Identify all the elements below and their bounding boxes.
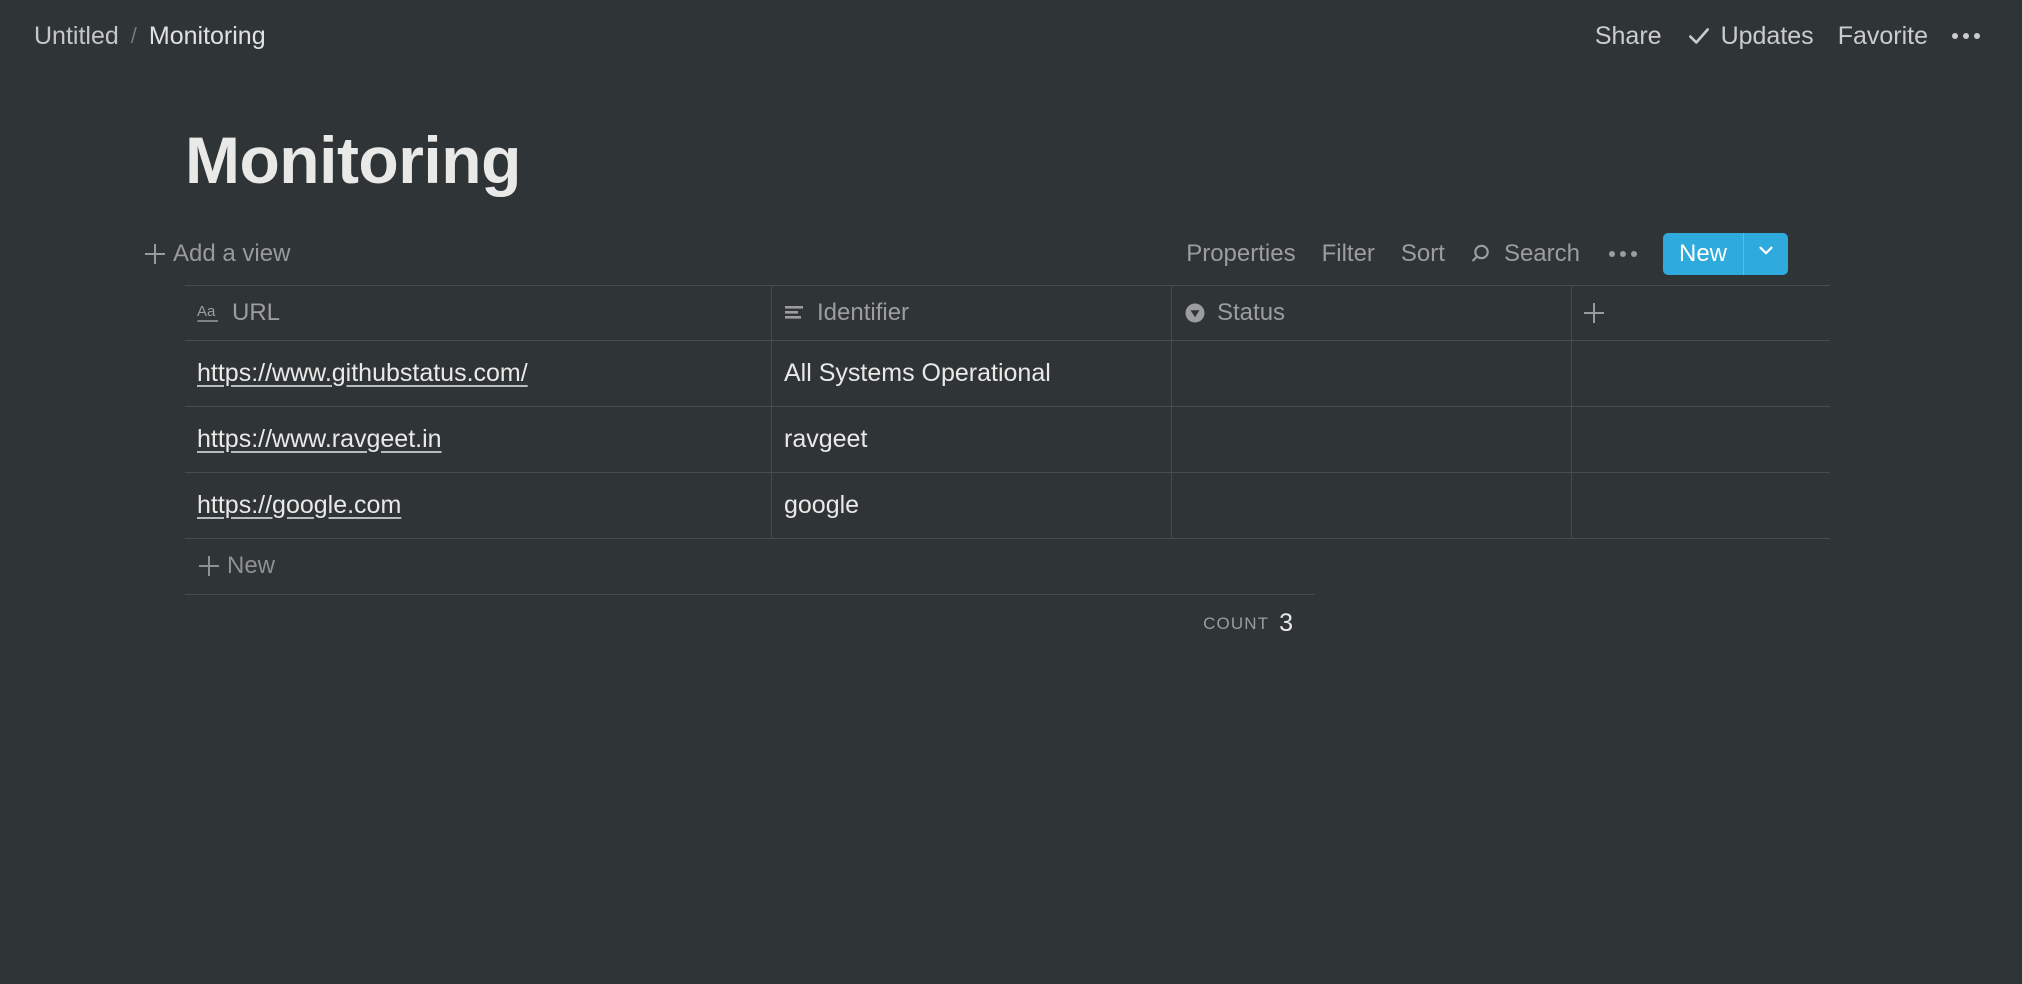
- new-dropdown-button[interactable]: [1743, 232, 1788, 275]
- properties-button[interactable]: Properties: [1173, 235, 1308, 273]
- column-header-identifier-label: Identifier: [817, 298, 910, 326]
- view-more-icon[interactable]: [1597, 241, 1649, 267]
- column-header-status[interactable]: Status: [1172, 285, 1572, 340]
- filter-button[interactable]: Filter: [1309, 235, 1388, 273]
- view-toolbar-actions: Properties Filter Sort Search New: [1173, 232, 1788, 275]
- select-icon: [1184, 302, 1206, 324]
- chevron-down-icon: [1755, 239, 1777, 268]
- dot: [1619, 250, 1626, 257]
- identifier-value: All Systems Operational: [784, 358, 1051, 387]
- search-icon: [1471, 242, 1495, 266]
- breadcrumb-parent[interactable]: Untitled: [30, 20, 123, 53]
- cell-status[interactable]: [1172, 406, 1572, 472]
- dot: [1952, 33, 1958, 39]
- table-row[interactable]: https://www.ravgeet.in ravgeet: [185, 406, 1830, 473]
- cell-empty: [1572, 473, 1830, 538]
- cell-status[interactable]: [1172, 472, 1572, 538]
- url-link[interactable]: https://www.ravgeet.in: [197, 425, 442, 454]
- column-header-url-label: URL: [232, 298, 281, 326]
- page-content: Monitoring Add a view Properties Filter …: [0, 72, 2022, 653]
- count-value: 3: [1279, 609, 1293, 638]
- url-link[interactable]: https://www.githubstatus.com/: [197, 359, 528, 388]
- table-header-row: Aa URL Identifier Status: [185, 285, 1830, 341]
- check-icon: [1686, 23, 1712, 49]
- cell-identifier[interactable]: All Systems Operational: [772, 340, 1172, 406]
- column-header-identifier[interactable]: Identifier: [772, 285, 1172, 340]
- identifier-value: google: [784, 490, 860, 519]
- sort-button[interactable]: Sort: [1388, 235, 1458, 273]
- ellipsis-icon[interactable]: [1940, 23, 1992, 49]
- favorite-label: Favorite: [1837, 21, 1928, 50]
- favorite-button[interactable]: Favorite: [1826, 18, 1940, 55]
- column-header-status-label: Status: [1217, 298, 1286, 326]
- column-header-url[interactable]: Aa URL: [185, 285, 772, 340]
- top-bar: Untitled / Monitoring Share Updates Favo…: [0, 0, 2022, 72]
- cell-url[interactable]: https://google.com: [185, 472, 772, 538]
- page-title: Monitoring: [185, 123, 521, 197]
- new-row-button[interactable]: New: [185, 539, 1315, 595]
- share-button[interactable]: Share: [1583, 18, 1674, 55]
- filter-label: Filter: [1321, 239, 1375, 267]
- cell-empty: [1572, 407, 1830, 472]
- share-label: Share: [1594, 21, 1662, 50]
- plus-icon: [199, 556, 219, 577]
- cell-url[interactable]: https://www.githubstatus.com/: [185, 340, 772, 406]
- plus-icon: [1584, 302, 1604, 323]
- new-button[interactable]: New: [1662, 232, 1743, 275]
- table-row[interactable]: https://google.com google: [185, 472, 1830, 539]
- cell-status[interactable]: [1172, 340, 1572, 406]
- title-text-icon: Aa: [197, 302, 221, 324]
- database-table: Aa URL Identifier Status https://www.git…: [185, 284, 1830, 653]
- svg-text:Aa: Aa: [197, 303, 216, 320]
- dot: [1630, 250, 1637, 257]
- plus-icon: [145, 243, 165, 264]
- new-button-group: New: [1662, 232, 1788, 275]
- cell-empty: [1572, 341, 1830, 406]
- url-link[interactable]: https://google.com: [197, 491, 401, 520]
- cell-identifier[interactable]: ravgeet: [772, 406, 1172, 472]
- new-row-label: New: [227, 552, 276, 580]
- dot: [1974, 33, 1980, 39]
- breadcrumb-current[interactable]: Monitoring: [145, 20, 270, 53]
- breadcrumb-separator: /: [130, 23, 137, 48]
- view-toolbar: Add a view Properties Filter Sort Search: [143, 231, 1788, 277]
- search-label: Search: [1503, 239, 1580, 267]
- count-label: COUNT: [1203, 613, 1270, 633]
- table-footer[interactable]: COUNT 3: [185, 595, 1315, 653]
- dot: [1608, 250, 1615, 257]
- identifier-value: ravgeet: [784, 424, 868, 453]
- cell-url[interactable]: https://www.ravgeet.in: [185, 406, 772, 472]
- sort-label: Sort: [1400, 239, 1445, 267]
- properties-label: Properties: [1186, 239, 1296, 267]
- table-row[interactable]: https://www.githubstatus.com/ All System…: [185, 340, 1830, 407]
- updates-button[interactable]: Updates: [1674, 18, 1826, 55]
- add-view-label: Add a view: [173, 239, 291, 267]
- top-bar-actions: Share Updates Favorite: [1583, 18, 1992, 55]
- updates-label: Updates: [1720, 21, 1814, 50]
- add-view-button[interactable]: Add a view: [143, 236, 298, 272]
- cell-identifier[interactable]: google: [772, 472, 1172, 538]
- dot: [1963, 33, 1969, 39]
- breadcrumb: Untitled / Monitoring: [30, 20, 270, 53]
- text-lines-icon: [784, 303, 806, 323]
- add-column-button[interactable]: [1572, 286, 1830, 340]
- search-button[interactable]: Search: [1458, 235, 1593, 273]
